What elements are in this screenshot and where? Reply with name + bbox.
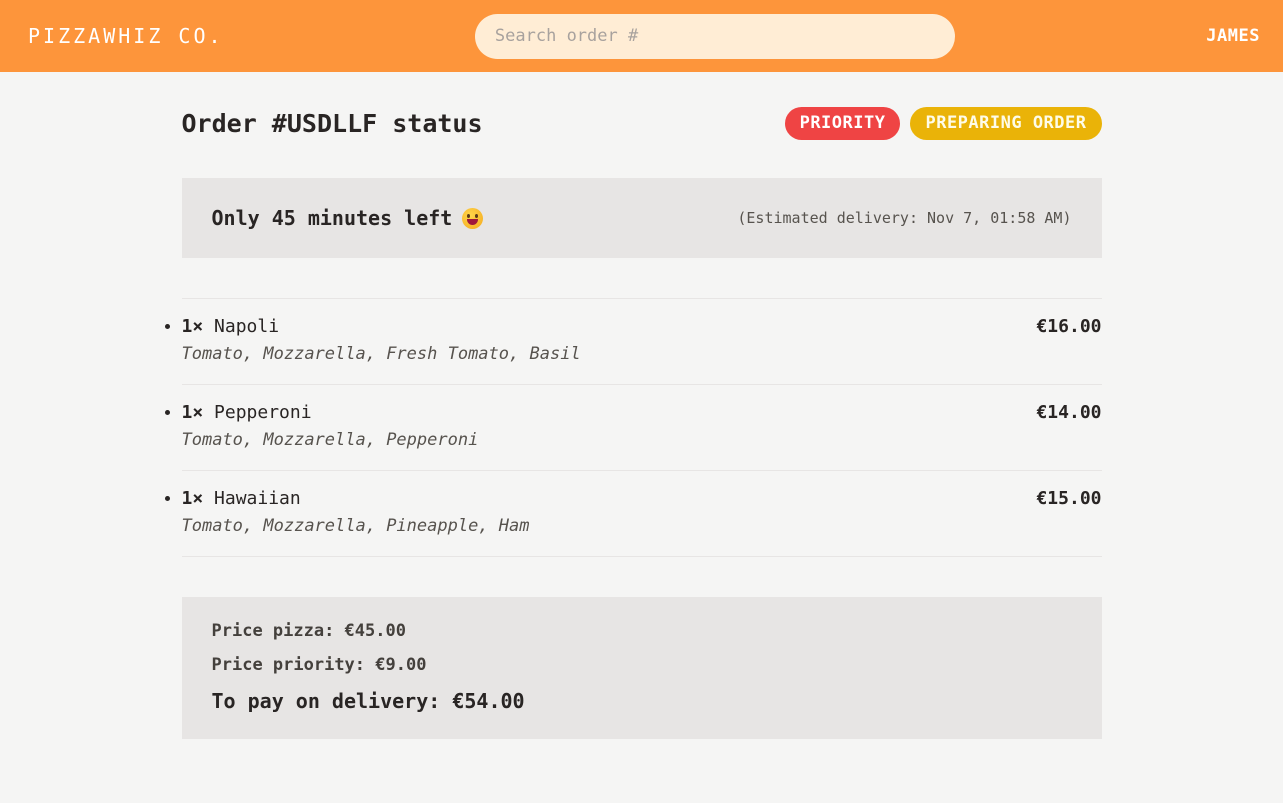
item-ingredients: Tomato, Mozzarella, Pepperoni [181, 430, 479, 450]
username: JAMES [1206, 26, 1260, 46]
status-badge: PREPARING ORDER [910, 106, 1102, 140]
item-price: €14.00 [1036, 402, 1102, 423]
order-page: Order #USDLLF status PRIORITY PREPARING … [181, 72, 1102, 739]
priority-badge: PRIORITY [784, 106, 901, 140]
list-item: 1× Pepperoni €14.00 Tomato, Mozzarella, … [181, 385, 1102, 471]
item-label: 1× Hawaiian [182, 488, 301, 509]
countdown: Only 45 minutes left [212, 206, 484, 230]
page-title: Order #USDLLF status [181, 108, 483, 138]
list-item: 1× Napoli €16.00 Tomato, Mozzarella, Fre… [181, 299, 1102, 385]
app-header: PIZZAWHIZ CO. JAMES [0, 0, 1283, 72]
price-priority: Price priority: €9.00 [211, 655, 427, 675]
price-summary-panel: Price pizza: €45.00 Price priority: €9.0… [181, 597, 1102, 739]
item-name: Hawaiian [214, 488, 301, 509]
estimated-delivery: (Estimated delivery: Nov 7, 01:58 AM) [737, 209, 1072, 227]
logo-link[interactable]: PIZZAWHIZ CO. [28, 24, 224, 48]
delivery-countdown-panel: Only 45 minutes left (Estimated delivery… [181, 178, 1102, 258]
item-price: €15.00 [1036, 488, 1102, 509]
total-to-pay: To pay on delivery: €54.00 [211, 689, 525, 713]
item-label: 1× Napoli [182, 316, 280, 337]
item-price: €16.00 [1036, 316, 1102, 337]
item-quantity: 1× [181, 402, 204, 423]
item-name: Napoli [214, 316, 280, 337]
status-badges: PRIORITY PREPARING ORDER [784, 106, 1102, 140]
order-items-list: 1× Napoli €16.00 Tomato, Mozzarella, Fre… [181, 298, 1102, 557]
item-ingredients: Tomato, Mozzarella, Fresh Tomato, Basil [181, 344, 581, 364]
price-pizza: Price pizza: €45.00 [211, 621, 406, 641]
order-title-row: Order #USDLLF status PRIORITY PREPARING … [182, 106, 1102, 140]
item-name: Pepperoni [214, 402, 312, 423]
grinning-face-emoji-icon [462, 207, 484, 229]
item-ingredients: Tomato, Mozzarella, Pineapple, Ham [181, 516, 530, 536]
item-quantity: 1× [181, 488, 204, 509]
countdown-text: Only 45 minutes left [211, 206, 453, 230]
search-order-input[interactable] [474, 13, 955, 59]
list-item: 1× Hawaiian €15.00 Tomato, Mozzarella, P… [181, 471, 1102, 557]
item-label: 1× Pepperoni [182, 402, 312, 423]
item-quantity: 1× [181, 316, 204, 337]
